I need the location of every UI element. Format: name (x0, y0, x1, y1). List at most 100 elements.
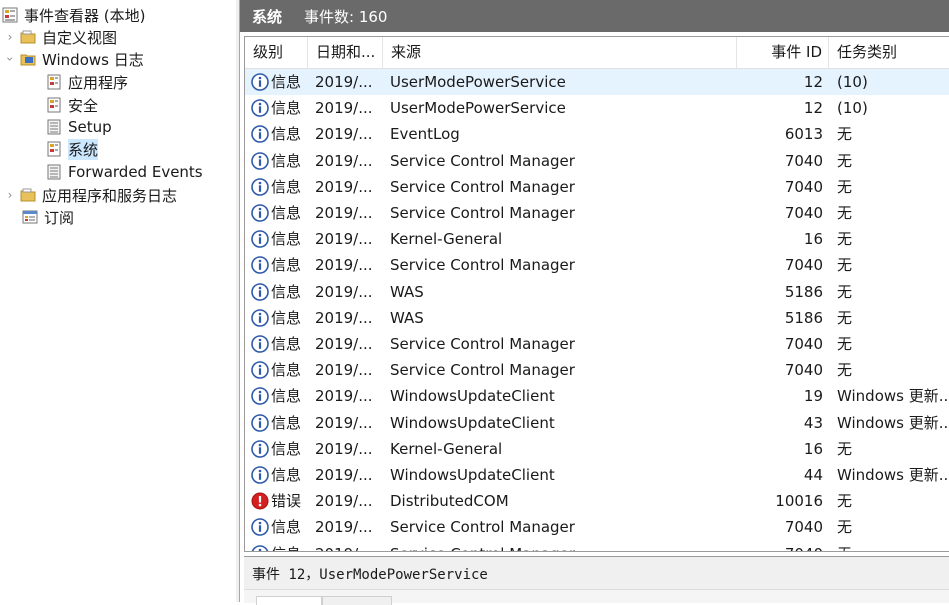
table-row[interactable]: 信息2019/...Kernel-General16无 (245, 436, 949, 462)
table-row[interactable]: 错误2019/...DistributedCOM10016无 (245, 488, 949, 514)
tree-item-windows-logs[interactable]: › Windows 日志 (4, 48, 144, 70)
cell-task-category: (10) (837, 95, 949, 121)
cell-source: WAS (390, 305, 730, 331)
table-row[interactable]: 信息2019/...UserModePowerService12(10) (245, 69, 949, 95)
cell-event-id: 5186 (737, 279, 823, 305)
error-icon (251, 492, 269, 510)
info-icon (251, 178, 269, 196)
column-header-date[interactable]: 日期和... (308, 37, 383, 68)
table-row[interactable]: 信息2019/...Service Control Manager7040无 (245, 541, 949, 552)
tree-item-custom-views[interactable]: › 自定义视图 (4, 26, 117, 48)
level-text: 信息 (271, 200, 301, 226)
log-header: 系统 事件数: 160 (240, 0, 949, 32)
table-row[interactable]: 信息2019/...UserModePowerService12(10) (245, 95, 949, 121)
level-text: 信息 (271, 331, 301, 357)
cell-event-id: 7040 (737, 148, 823, 174)
cell-date: 2019/... (315, 436, 381, 462)
info-icon (251, 518, 269, 536)
tab-details[interactable] (322, 596, 392, 605)
cell-date: 2019/... (315, 121, 381, 147)
chevron-right-icon[interactable]: › (4, 185, 16, 205)
info-icon (251, 466, 269, 484)
event-list-pane: 系统 事件数: 160 级别 日期和... 来源 事件 ID 任务类别 信息20… (240, 0, 949, 602)
tree-item-forwarded-events[interactable]: Forwarded Events (46, 161, 203, 183)
tree-item-subscriptions[interactable]: 订阅 (22, 206, 74, 228)
cell-source: EventLog (390, 121, 730, 147)
info-icon (251, 414, 269, 432)
cell-level: 信息 (251, 226, 311, 252)
column-header-level[interactable]: 级别 (245, 37, 308, 68)
cell-source: WindowsUpdateClient (390, 462, 730, 488)
cell-event-id: 7040 (737, 174, 823, 200)
tree-item-setup[interactable]: Setup (46, 116, 112, 138)
level-text: 信息 (271, 357, 301, 383)
cell-event-id: 16 (737, 226, 823, 252)
level-text: 信息 (271, 410, 301, 436)
tree-item-app-service-logs[interactable]: › 应用程序和服务日志 (4, 184, 177, 206)
cell-source: Kernel-General (390, 226, 730, 252)
cell-event-id: 16 (737, 436, 823, 462)
cell-event-id: 19 (737, 383, 823, 409)
event-table: 级别 日期和... 来源 事件 ID 任务类别 信息2019/...UserMo… (244, 36, 949, 552)
level-text: 信息 (271, 436, 301, 462)
level-text: 信息 (271, 226, 301, 252)
level-text: 信息 (271, 279, 301, 305)
table-row[interactable]: 信息2019/...Service Control Manager7040无 (245, 200, 949, 226)
cell-event-id: 10016 (737, 488, 823, 514)
tree-item-label: 事件查看器 (本地) (24, 5, 145, 26)
cell-source: UserModePowerService (390, 69, 730, 95)
chevron-down-icon[interactable]: › (0, 53, 20, 65)
cell-date: 2019/... (315, 514, 381, 540)
cell-level: 信息 (251, 148, 311, 174)
table-row[interactable]: 信息2019/...Service Control Manager7040无 (245, 357, 949, 383)
cell-level: 信息 (251, 383, 311, 409)
table-row[interactable]: 信息2019/...WindowsUpdateClient19Windows 更… (245, 383, 949, 409)
cell-level: 信息 (251, 200, 311, 226)
cell-source: Service Control Manager (390, 252, 730, 278)
cell-date: 2019/... (315, 357, 381, 383)
tree-item-label: 系统 (68, 139, 98, 160)
column-header-task-category[interactable]: 任务类别 (829, 37, 949, 68)
cell-source: UserModePowerService (390, 95, 730, 121)
cell-event-id: 7040 (737, 514, 823, 540)
tree-item-label: 订阅 (44, 207, 74, 228)
cell-event-id: 5186 (737, 305, 823, 331)
cell-date: 2019/... (315, 148, 381, 174)
table-row[interactable]: 信息2019/...WAS5186无 (245, 279, 949, 305)
cell-level: 信息 (251, 331, 311, 357)
column-header-event-id[interactable]: 事件 ID (737, 37, 829, 68)
tree-item-event-viewer[interactable]: 事件查看器 (本地) (2, 4, 145, 26)
info-icon (251, 230, 269, 248)
cell-source: WindowsUpdateClient (390, 383, 730, 409)
tab-general[interactable] (256, 596, 322, 605)
tree-item-system[interactable]: 系统 (46, 138, 98, 160)
column-header-source[interactable]: 来源 (383, 37, 737, 68)
table-row[interactable]: 信息2019/...Service Control Manager7040无 (245, 331, 949, 357)
table-row[interactable]: 信息2019/...Service Control Manager7040无 (245, 514, 949, 540)
tree-item-label: 安全 (68, 95, 98, 116)
table-row[interactable]: 信息2019/...Service Control Manager7040无 (245, 174, 949, 200)
table-row[interactable]: 信息2019/...Service Control Manager7040无 (245, 148, 949, 174)
table-row[interactable]: 信息2019/...Service Control Manager7040无 (245, 252, 949, 278)
info-icon (251, 99, 269, 117)
tree-item-security[interactable]: 安全 (46, 94, 98, 116)
cell-level: 信息 (251, 357, 311, 383)
table-row[interactable]: 信息2019/...WindowsUpdateClient44Windows 更… (245, 462, 949, 488)
info-icon (251, 204, 269, 222)
cell-task-category: 无 (837, 488, 949, 514)
cell-date: 2019/... (315, 488, 381, 514)
cell-source: DistributedCOM (390, 488, 730, 514)
folder-icon (20, 187, 36, 203)
log-icon (46, 164, 62, 180)
tree-item-application[interactable]: 应用程序 (46, 71, 128, 93)
cell-date: 2019/... (315, 279, 381, 305)
table-row[interactable]: 信息2019/...WindowsUpdateClient43Windows 更… (245, 410, 949, 436)
level-text: 信息 (271, 514, 301, 540)
table-row[interactable]: 信息2019/...EventLog6013无 (245, 121, 949, 147)
table-row[interactable]: 信息2019/...Kernel-General16无 (245, 226, 949, 252)
table-row[interactable]: 信息2019/...WAS5186无 (245, 305, 949, 331)
cell-level: 信息 (251, 305, 311, 331)
chevron-right-icon[interactable]: › (4, 27, 16, 47)
log-icon (46, 74, 62, 90)
level-text: 信息 (271, 69, 301, 95)
